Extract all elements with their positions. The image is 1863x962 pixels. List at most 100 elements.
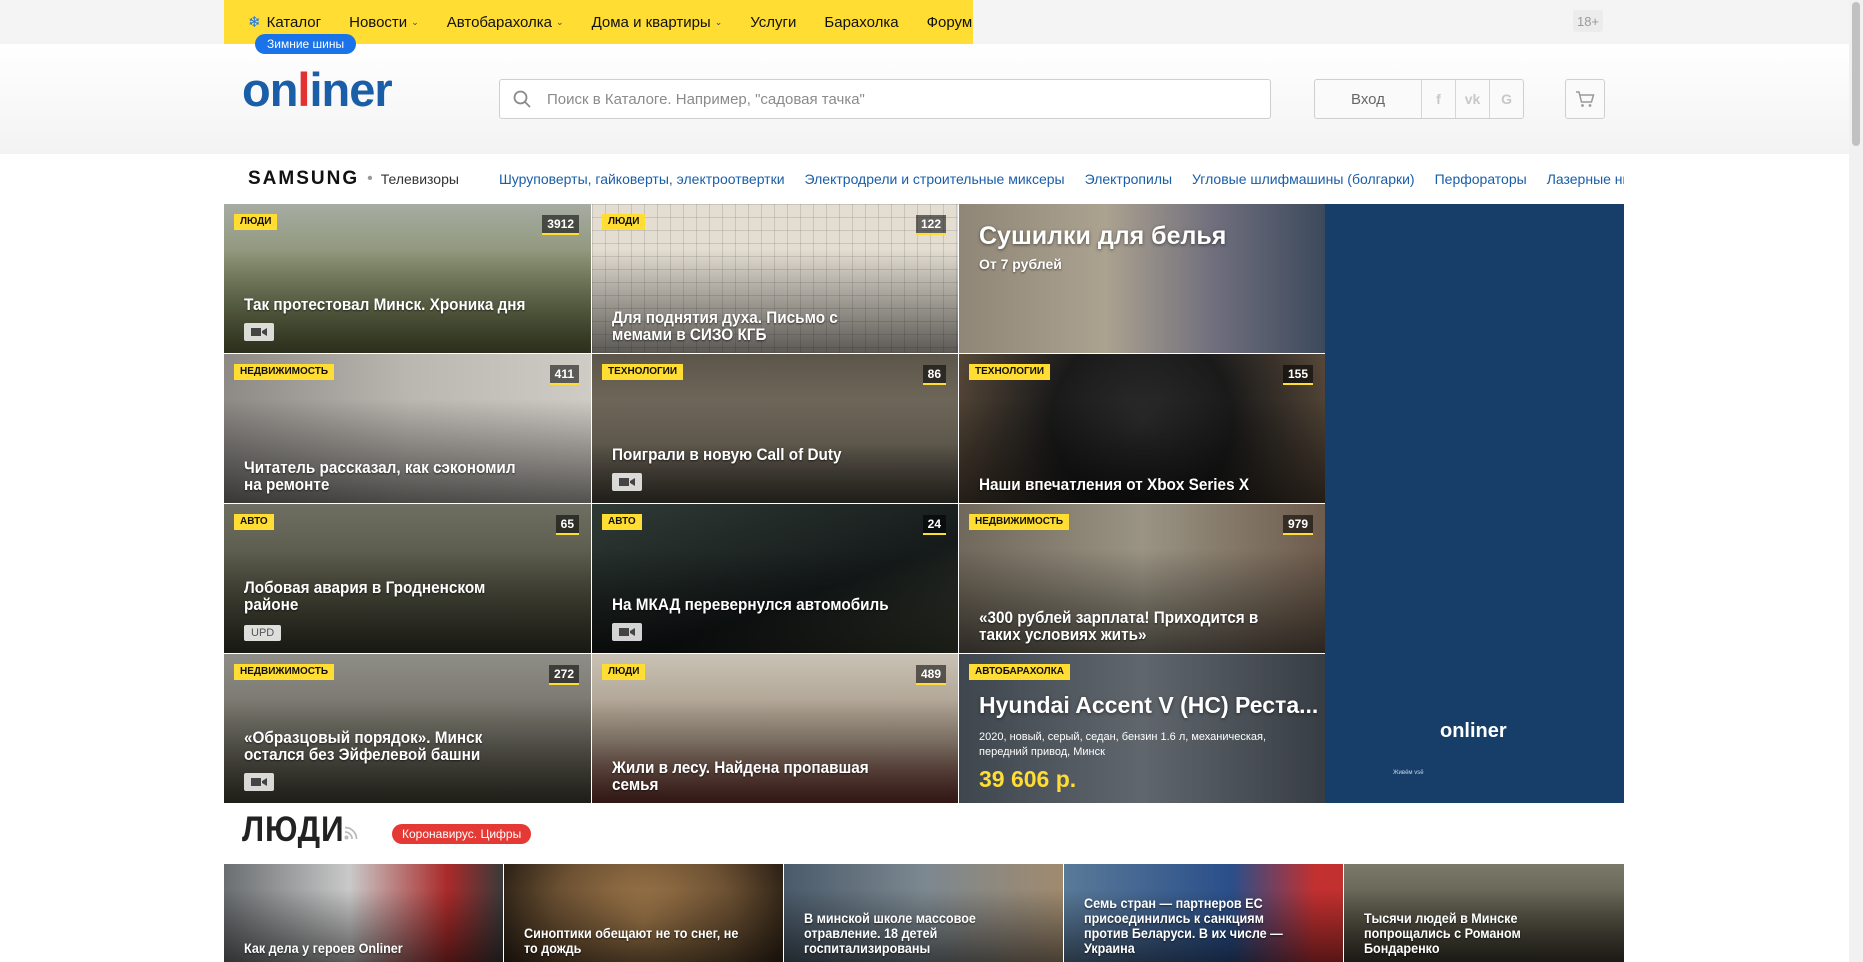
covid-stats-pill[interactable]: Коронавирус. Цифры: [392, 824, 532, 844]
news-title[interactable]: Как дела у героев Onliner: [244, 941, 465, 956]
site-logo[interactable]: onliner: [242, 62, 393, 117]
news-title[interactable]: Синоптики обещают не то снег, не то дожд…: [524, 926, 745, 956]
comment-count[interactable]: 411: [549, 365, 579, 385]
login-button[interactable]: Вход: [1315, 80, 1422, 118]
news-title[interactable]: «300 рублей зарплата! Приходится в таких…: [979, 609, 1263, 643]
ad-title[interactable]: Сушилки для белья: [979, 222, 1226, 251]
nav-news[interactable]: Новости ⌄: [349, 14, 419, 31]
news-tile[interactable]: Как дела у героев Onliner: [224, 864, 503, 962]
news-title[interactable]: «Образцовый порядок». Минск остался без …: [244, 729, 529, 763]
category-tag[interactable]: ЛЮДИ: [234, 214, 278, 230]
comment-count[interactable]: 24: [922, 515, 946, 535]
people-news-strip: Как дела у героев Onliner Синоптики обещ…: [224, 864, 1624, 962]
ad-banner[interactable]: onliner Живём vsë: [1325, 204, 1624, 803]
news-tile[interactable]: ТЕХНОЛОГИИ 155 Наши впечатления от Xbox …: [959, 354, 1325, 503]
news-tile[interactable]: В минской школе массовое отравление. 18 …: [784, 864, 1063, 962]
catalog-link[interactable]: Угловые шлифмашины (болгарки): [1192, 171, 1415, 187]
ad-tile[interactable]: АВТОБАРАХОЛКА Hyundai Accent V (HC) Рест…: [959, 654, 1325, 803]
news-title[interactable]: На МКАД перевернулся автомобиль: [612, 596, 896, 613]
nav-realty[interactable]: Дома и квартиры ⌄: [592, 14, 723, 31]
news-title[interactable]: Читатель рассказал, как сэкономил на рем…: [244, 459, 529, 493]
comment-count[interactable]: 979: [1282, 515, 1313, 535]
news-tile[interactable]: ЛЮДИ 3912 Так протестовал Минск. Хроника…: [224, 204, 591, 353]
news-tile[interactable]: АВТО 24 На МКАД перевернулся автомобиль: [592, 504, 958, 653]
catalog-link[interactable]: Лазерные нивелиры: [1547, 171, 1624, 187]
catalog-link[interactable]: Электродрели и строительные миксеры: [805, 171, 1065, 187]
scrollbar-thumb[interactable]: [1852, 2, 1860, 146]
catalog-link[interactable]: Шуруповерты, гайковерты, электроотвертки: [499, 171, 785, 187]
news-tile[interactable]: НЕДВИЖИМОСТЬ 979 «300 рублей зарплата! П…: [959, 504, 1325, 653]
banner-logo: onliner: [1440, 720, 1507, 742]
page-scrollbar[interactable]: [1849, 0, 1863, 962]
news-title[interactable]: Так протестовал Минск. Хроника дня: [244, 296, 529, 313]
category-tag[interactable]: ТЕХНОЛОГИИ: [602, 364, 684, 380]
banner-caption: Живём vsë: [1393, 770, 1424, 776]
news-title[interactable]: Наши впечатления от Xbox Series X: [979, 476, 1263, 493]
cart-button[interactable]: [1565, 79, 1605, 119]
vk-icon[interactable]: vk: [1456, 80, 1490, 118]
category-tag[interactable]: ЛЮДИ: [602, 664, 646, 680]
facebook-icon[interactable]: f: [1422, 80, 1456, 118]
ad-subtitle: От 7 рублей: [979, 256, 1062, 272]
comment-count[interactable]: 122: [915, 215, 946, 235]
nav-baraholka[interactable]: Барахолка: [824, 14, 898, 31]
category-tag[interactable]: ЛЮДИ: [602, 214, 646, 230]
update-badge: UPD: [244, 625, 282, 641]
nav-autobaraholka[interactable]: Автобарахолка ⌄: [447, 14, 564, 31]
catalog-link[interactable]: Электропилы: [1085, 171, 1172, 187]
age-rating-badge: 18+: [1573, 10, 1603, 32]
category-tag[interactable]: НЕДВИЖИМОСТЬ: [234, 364, 335, 380]
brand-category-link[interactable]: Телевизоры: [381, 171, 459, 187]
ad-tile[interactable]: Сушилки для белья От 7 рублей: [959, 204, 1325, 353]
comment-count[interactable]: 489: [915, 665, 946, 685]
news-tile[interactable]: ЛЮДИ 122 Для поднятия духа. Письмо с мем…: [592, 204, 958, 353]
category-tag[interactable]: НЕДВИЖИМОСТЬ: [969, 514, 1070, 530]
nav-services[interactable]: Услуги: [750, 14, 796, 31]
category-tag[interactable]: АВТО: [602, 514, 642, 530]
samsung-logo[interactable]: SAMSUNG: [248, 168, 359, 190]
search-input[interactable]: [545, 89, 1270, 109]
category-tag[interactable]: АВТО: [234, 514, 274, 530]
search-icon: [513, 90, 531, 108]
video-camera-icon: [244, 323, 274, 341]
ad-price: 39 606 р.: [979, 766, 1077, 792]
comment-count[interactable]: 86: [922, 365, 946, 385]
promo-badge[interactable]: Зимние шины: [255, 34, 357, 54]
comment-count[interactable]: 155: [1282, 365, 1313, 385]
comment-count[interactable]: 272: [548, 665, 579, 685]
section-title[interactable]: ЛЮДИ: [242, 810, 344, 850]
news-tile[interactable]: НЕДВИЖИМОСТЬ 411 Читатель рассказал, как…: [224, 354, 591, 503]
news-tile[interactable]: Синоптики обещают не то снег, не то дожд…: [504, 864, 783, 962]
news-title[interactable]: Семь стран — партнеров ЕС присоединились…: [1084, 896, 1305, 956]
news-tile[interactable]: ЛЮДИ 489 Жили в лесу. Найдена пропавшая …: [592, 654, 958, 803]
news-tile[interactable]: Тысячи людей в Минске попрощались с Рома…: [1344, 864, 1624, 962]
nav-catalog[interactable]: ❄ Каталог: [248, 13, 321, 32]
google-icon[interactable]: G: [1490, 80, 1523, 118]
comment-count[interactable]: 65: [555, 515, 579, 535]
news-title[interactable]: Поиграли в новую Call of Duty: [612, 446, 896, 463]
news-title[interactable]: Тысячи людей в Минске попрощались с Рома…: [1364, 911, 1585, 956]
chevron-down-icon: ⌄: [411, 16, 419, 27]
search-box[interactable]: [499, 79, 1271, 119]
news-tile[interactable]: Семь стран — партнеров ЕС присоединились…: [1064, 864, 1343, 962]
news-tile[interactable]: АВТО 65 Лобовая авария в Гродненском рай…: [224, 504, 591, 653]
ad-title[interactable]: Hyundai Accent V (HC) Реста...: [979, 692, 1318, 719]
news-tile[interactable]: ТЕХНОЛОГИИ 86 Поиграли в новую Call of D…: [592, 354, 958, 503]
auth-panel: Вход f vk G: [1314, 79, 1524, 119]
news-title[interactable]: В минской школе массовое отравление. 18 …: [804, 911, 1025, 956]
category-tag[interactable]: ТЕХНОЛОГИИ: [969, 364, 1051, 380]
news-title[interactable]: Лобовая авария в Гродненском районе: [244, 579, 529, 613]
news-tile[interactable]: НЕДВИЖИМОСТЬ 272 «Образцовый порядок». М…: [224, 654, 591, 803]
news-title[interactable]: Жили в лесу. Найдена пропавшая семья: [612, 759, 896, 793]
category-tag[interactable]: АВТОБАРАХОЛКА: [969, 664, 1071, 680]
category-tag[interactable]: НЕДВИЖИМОСТЬ: [234, 664, 335, 680]
news-title[interactable]: Для поднятия духа. Письмо с мемами в СИЗ…: [612, 309, 896, 343]
nav-forum[interactable]: Форум: [927, 14, 973, 31]
rss-icon[interactable]: [344, 826, 358, 840]
ad-specs: 2020, новый, серый, седан, бензин 1.6 л,…: [979, 731, 1267, 758]
comment-count[interactable]: 3912: [542, 215, 579, 235]
snowflake-icon: ❄: [248, 14, 261, 31]
section-header: ЛЮДИ Коронавирус. Цифры: [224, 804, 1624, 864]
catalog-link[interactable]: Перфораторы: [1435, 171, 1527, 187]
video-camera-icon: [612, 623, 642, 641]
